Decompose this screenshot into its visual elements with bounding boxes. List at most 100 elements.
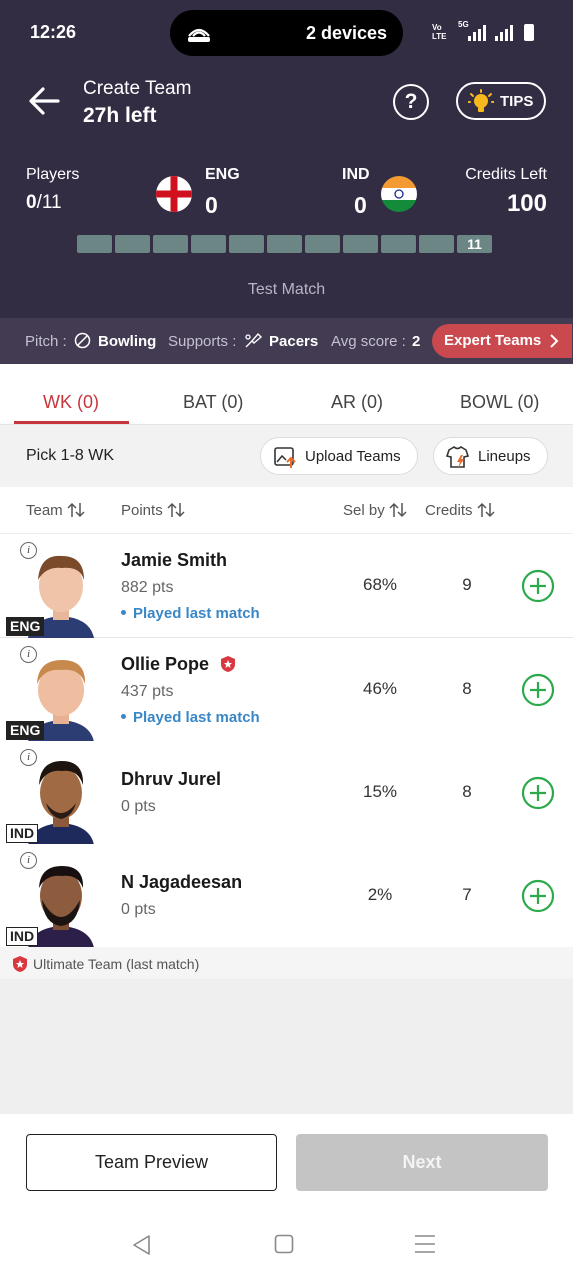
- add-player-icon[interactable]: [521, 673, 555, 707]
- ball-icon: [74, 332, 91, 349]
- supports-label: Supports :: [168, 333, 237, 350]
- info-icon[interactable]: i: [20, 852, 37, 869]
- add-player-icon[interactable]: [521, 569, 555, 603]
- eng-flag-icon: [156, 176, 192, 212]
- add-player-icon[interactable]: [521, 879, 555, 913]
- sort-points[interactable]: Points: [121, 502, 185, 519]
- lineups-label: Lineups: [478, 448, 531, 465]
- team-preview-button[interactable]: Team Preview: [26, 1134, 277, 1191]
- nav-home-icon[interactable]: [274, 1234, 294, 1254]
- tab-wk[interactable]: WK (0): [43, 392, 99, 413]
- info-icon[interactable]: i: [20, 542, 37, 559]
- player-credits: 7: [462, 885, 472, 904]
- expert-teams-button[interactable]: Expert Teams: [432, 324, 572, 358]
- chevron-right-icon: [550, 334, 559, 348]
- cast-icon: [188, 28, 210, 42]
- tips-button[interactable]: TIPS: [456, 82, 546, 120]
- upload-image-icon: [274, 447, 296, 468]
- progress-segment: [229, 235, 264, 253]
- upload-teams-button[interactable]: Upload Teams: [260, 437, 418, 475]
- pitch-value: Bowling: [98, 333, 157, 350]
- player-name: N Jagadeesan: [121, 872, 243, 892]
- volte-icon: Vo LTE: [432, 23, 447, 41]
- add-player-icon[interactable]: [521, 776, 555, 810]
- players-label: Players: [26, 166, 80, 183]
- player-credits: 8: [462, 679, 472, 698]
- nav-menu-icon[interactable]: [415, 1234, 435, 1254]
- progress-segment: [77, 235, 112, 253]
- player-row[interactable]: i ENG Jamie Smith 882 pts Played last ma…: [0, 534, 573, 638]
- upload-teams-label: Upload Teams: [305, 448, 401, 465]
- selection-progress: 11: [77, 235, 495, 253]
- sort-team[interactable]: Team: [26, 502, 85, 519]
- sort-icon: [167, 502, 185, 518]
- bulb-icon: [468, 89, 494, 112]
- devices-label: 2 devices: [305, 23, 387, 43]
- player-points: 0 pts: [121, 798, 156, 815]
- next-button[interactable]: Next: [296, 1134, 548, 1191]
- footer: Team Preview Next: [0, 1114, 573, 1280]
- nav-back-icon[interactable]: [131, 1234, 151, 1256]
- expert-teams-label: Expert Teams: [444, 332, 542, 349]
- players-count: 0/11: [26, 192, 62, 213]
- selected-by: 68%: [362, 575, 398, 594]
- team-badge: IND: [6, 927, 39, 946]
- progress-segment: [153, 235, 188, 253]
- status-bar: 12:26 2 devices Vo LTE 5G: [0, 0, 573, 64]
- ultimate-team-shield-icon: [221, 656, 236, 672]
- ind-flag-icon: [381, 176, 417, 212]
- supports-value: Pacers: [269, 333, 319, 350]
- lineups-button[interactable]: Lineups: [433, 437, 548, 475]
- player-row[interactable]: i IND Dhruv Jurel 0 pts 15% 8: [0, 741, 573, 845]
- pitch-label: Pitch :: [25, 333, 67, 350]
- avg-score-label: Avg score :: [331, 333, 406, 350]
- sort-credits[interactable]: Credits: [425, 502, 495, 519]
- sort-icon: [389, 502, 407, 518]
- system-nav-bar: [0, 1226, 573, 1266]
- info-icon[interactable]: i: [20, 749, 37, 766]
- pick-instruction: Pick 1-8 WK: [26, 447, 115, 464]
- team1-count: 0: [205, 192, 218, 218]
- player-points: 882 pts: [121, 579, 174, 596]
- team1-code: ENG: [205, 166, 240, 183]
- battery-icon: [524, 24, 534, 41]
- device-pill[interactable]: 2 devices: [170, 10, 403, 56]
- ultimate-team-shield-icon: [13, 956, 27, 972]
- progress-segment-last: 11: [457, 235, 492, 253]
- team-badge: IND: [6, 824, 39, 843]
- player-name: Jamie Smith: [121, 550, 228, 570]
- player-name: Ollie Pope: [121, 654, 236, 675]
- player-points: 0 pts: [121, 901, 156, 918]
- tab-ar[interactable]: AR (0): [331, 392, 383, 413]
- team-badge: ENG: [6, 721, 45, 740]
- played-last-match: Played last match: [121, 605, 260, 622]
- player-row[interactable]: i ENG Ollie Pope 437 pts Played last mat…: [0, 638, 573, 742]
- player-credits: 8: [462, 782, 472, 801]
- player-credits: 9: [462, 575, 472, 594]
- role-tabs: WK (0) BAT (0) AR (0) BOWL (0): [0, 364, 573, 425]
- back-arrow-icon[interactable]: [28, 86, 60, 116]
- progress-segment: [381, 235, 416, 253]
- tips-label: TIPS: [500, 93, 534, 110]
- team2-code: IND: [342, 166, 370, 183]
- jersey-icon: [446, 446, 470, 468]
- credits-value: 100: [506, 190, 547, 217]
- sort-sel-by[interactable]: Sel by: [343, 502, 407, 519]
- progress-segment: [343, 235, 378, 253]
- progress-segment: [115, 235, 150, 253]
- help-button[interactable]: ?: [393, 84, 429, 120]
- tab-bowl[interactable]: BOWL (0): [460, 392, 539, 413]
- selected-by: 15%: [362, 782, 398, 801]
- player-row[interactable]: i IND N Jagadeesan 0 pts 2% 7: [0, 844, 573, 948]
- tab-bat[interactable]: BAT (0): [183, 392, 243, 413]
- system-icons: Vo LTE 5G: [432, 20, 542, 44]
- pick-bar: Pick 1-8 WK Upload Teams Lineups: [0, 425, 573, 487]
- progress-segment: [305, 235, 340, 253]
- info-icon[interactable]: i: [20, 646, 37, 663]
- avg-score-value: 2: [412, 333, 421, 350]
- active-tab-indicator: [14, 421, 129, 424]
- selected-by: 46%: [362, 679, 398, 698]
- bat-icon: [245, 332, 263, 348]
- progress-segment: [267, 235, 302, 253]
- team-badge: ENG: [6, 617, 45, 636]
